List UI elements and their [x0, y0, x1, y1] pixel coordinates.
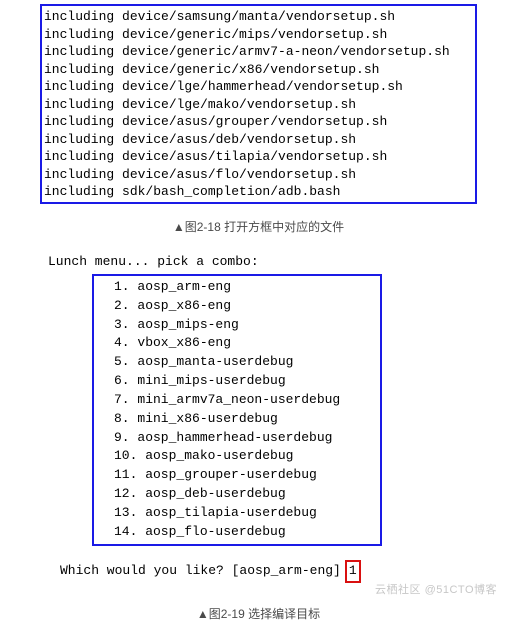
menu-item: 11. aosp_grouper-userdebug: [114, 466, 380, 485]
terminal-output-box: including device/samsung/manta/vendorset…: [40, 4, 477, 204]
terminal-line: including device/generic/mips/vendorsetu…: [44, 26, 475, 44]
lunch-menu-box: 1. aosp_arm-eng 2. aosp_x86-eng 3. aosp_…: [92, 274, 382, 546]
terminal-line: including device/asus/flo/vendorsetup.sh: [44, 166, 475, 184]
menu-item: 6. mini_mips-userdebug: [114, 372, 380, 391]
menu-item: 10. aosp_mako-userdebug: [114, 447, 380, 466]
lunch-menu-block: Lunch menu... pick a combo: 1. aosp_arm-…: [48, 253, 517, 583]
menu-item: 8. mini_x86-userdebug: [114, 410, 380, 429]
menu-item: 2. aosp_x86-eng: [114, 297, 380, 316]
terminal-line: including device/lge/hammerhead/vendorse…: [44, 78, 475, 96]
terminal-line: including device/lge/mako/vendorsetup.sh: [44, 96, 475, 114]
menu-item: 13. aosp_tilapia-userdebug: [114, 504, 380, 523]
figure-caption-1: ▲图2-18 打开方框中对应的文件: [0, 218, 517, 235]
terminal-line: including device/generic/x86/vendorsetup…: [44, 61, 475, 79]
menu-item: 7. mini_armv7a_neon-userdebug: [114, 391, 380, 410]
menu-item: 4. vbox_x86-eng: [114, 334, 380, 353]
menu-item: 12. aosp_deb-userdebug: [114, 485, 380, 504]
menu-item: 5. aosp_manta-userdebug: [114, 353, 380, 372]
menu-item: 3. aosp_mips-eng: [114, 316, 380, 335]
lunch-menu-header: Lunch menu... pick a combo:: [48, 253, 517, 272]
menu-item: 1. aosp_arm-eng: [114, 278, 380, 297]
terminal-line: including device/asus/deb/vendorsetup.sh: [44, 131, 475, 149]
lunch-input[interactable]: 1: [345, 560, 361, 583]
watermark-text: 云栖社区 @51CTO博客: [375, 581, 497, 597]
figure-caption-2: ▲图2-19 选择编译目标: [0, 605, 517, 622]
terminal-line: including device/generic/armv7-a-neon/ve…: [44, 43, 475, 61]
lunch-prompt-line: Which would you like? [aosp_arm-eng] 1: [60, 560, 517, 583]
menu-item: 14. aosp_flo-userdebug: [114, 523, 380, 542]
terminal-line: including device/asus/grouper/vendorsetu…: [44, 113, 475, 131]
terminal-line: including device/asus/tilapia/vendorsetu…: [44, 148, 475, 166]
terminal-line: including sdk/bash_completion/adb.bash: [44, 183, 475, 201]
lunch-prompt-text: Which would you like? [aosp_arm-eng]: [60, 562, 341, 581]
menu-item: 9. aosp_hammerhead-userdebug: [114, 429, 380, 448]
terminal-line: including device/samsung/manta/vendorset…: [44, 8, 475, 26]
